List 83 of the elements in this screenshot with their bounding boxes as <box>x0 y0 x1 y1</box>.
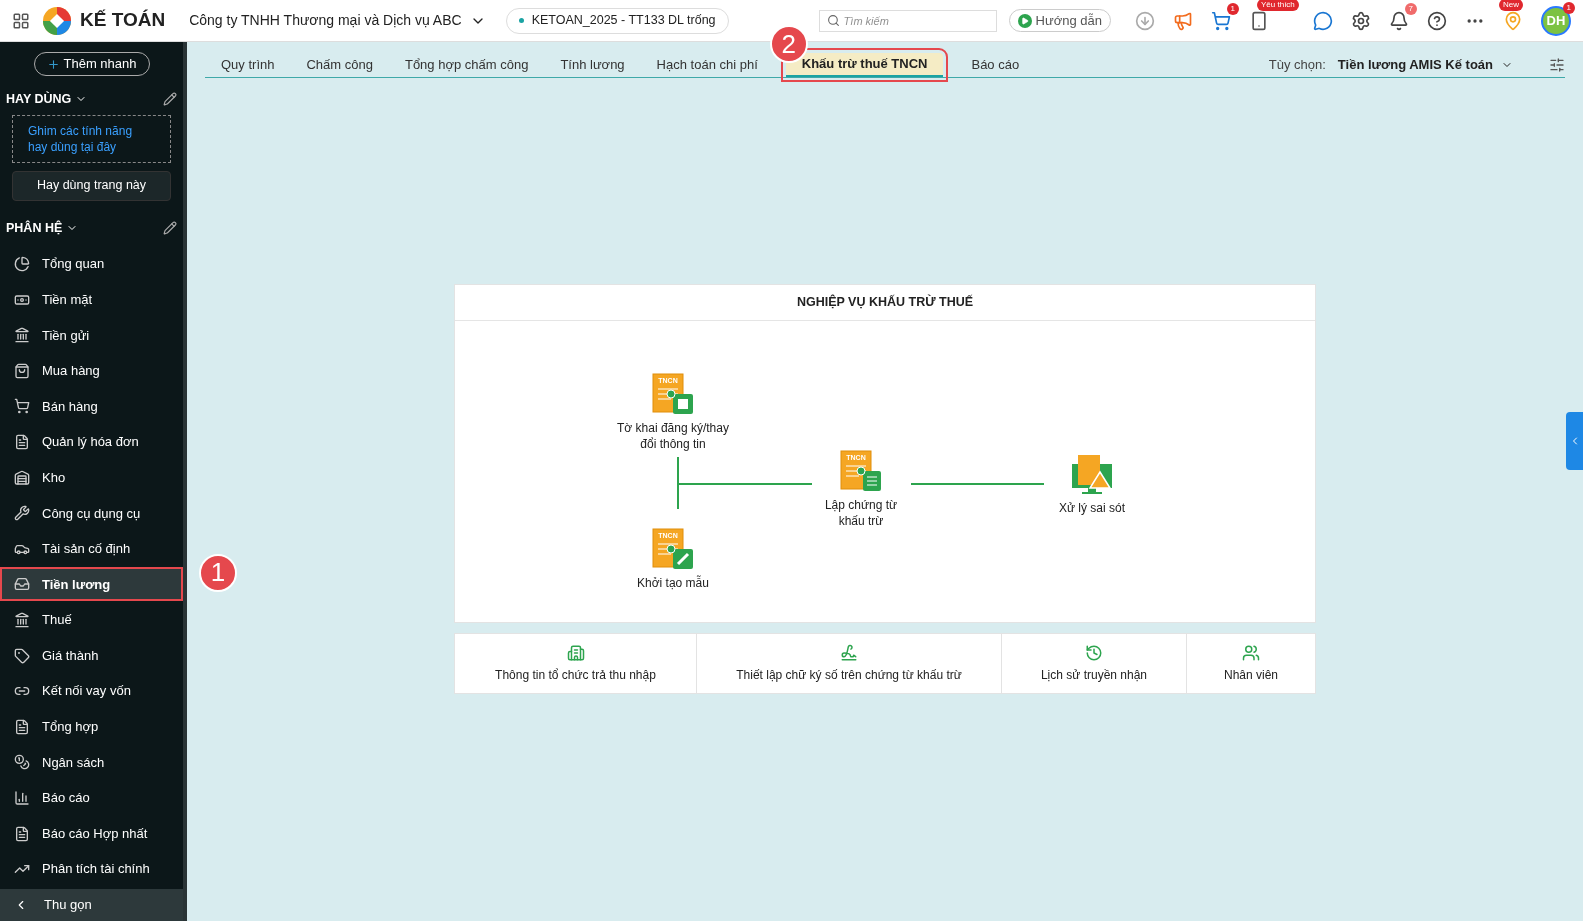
notification-badge: New <box>1499 0 1523 11</box>
megaphone-icon[interactable] <box>1173 10 1193 31</box>
sidebar-item[interactable]: Báo cáo Hợp nhất <box>0 816 183 851</box>
sidebar-item[interactable]: Giá thành <box>0 638 183 673</box>
shopping-bag-icon <box>14 362 30 379</box>
document-icon <box>14 718 30 735</box>
sidebar-item[interactable]: Kho <box>0 460 183 495</box>
map-icon[interactable] <box>1503 10 1523 31</box>
tab[interactable]: Tính lương <box>544 53 641 77</box>
document-icon <box>14 825 30 842</box>
options-label: Tùy chọn: <box>1268 56 1326 75</box>
bank-icon <box>14 327 30 344</box>
sidebar-item[interactable]: Tiền lương <box>0 567 183 602</box>
process-step[interactable]: Lập chứng từ khấu trừ <box>816 497 906 529</box>
bar-chart-icon <box>14 790 30 806</box>
pie-chart-icon <box>14 256 30 273</box>
sidebar-item[interactable]: Bán hàng <box>0 389 183 424</box>
sidebar-item[interactable]: Tiền gửi <box>0 318 183 353</box>
chat-icon[interactable] <box>1313 10 1333 31</box>
app-grid-icon[interactable] <box>12 11 30 30</box>
process-step[interactable]: Xử lý sai sót <box>1027 500 1157 516</box>
sidebar-item[interactable]: Tổng quan <box>0 247 183 282</box>
edit-icon[interactable] <box>163 92 177 107</box>
phone-icon[interactable] <box>1249 10 1269 31</box>
section-title[interactable]: HAY DÙNG <box>6 90 88 109</box>
notification-badge: 7 <box>1404 2 1417 15</box>
shortcut-link[interactable]: Lịch sử truyền nhận <box>1002 634 1187 693</box>
sidebar-item[interactable]: Ngân sách <box>0 745 183 780</box>
bank-icon <box>14 612 30 629</box>
cart-icon <box>14 398 30 415</box>
plus-icon <box>46 57 60 71</box>
collapse-button[interactable]: Thu gọn <box>0 889 183 921</box>
side-panel-toggle[interactable] <box>1566 412 1583 470</box>
shortcut-link[interactable]: Nhân viên <box>1187 634 1315 693</box>
process-step[interactable]: Tờ khai đăng ký/thay đổi thông tin <box>608 420 738 452</box>
bell-icon[interactable] <box>1389 10 1409 31</box>
sidebar-item[interactable]: Báo cáo <box>0 781 183 815</box>
options-dropdown[interactable]: Tiền lương AMIS Kế toán <box>1337 55 1513 75</box>
sidebar-item[interactable]: Tiền mặt <box>0 282 183 317</box>
monitor-warning-icon <box>1070 452 1114 496</box>
app-name: KẾ TOÁN <box>80 8 166 33</box>
section-title[interactable]: PHÂN HỆ <box>6 218 79 238</box>
building-icon <box>566 643 585 662</box>
settings-icon[interactable] <box>1351 10 1371 31</box>
tag-icon <box>14 647 30 664</box>
sidebar-item[interactable]: Quản lý hóa đơn <box>0 425 183 460</box>
shortcut-link[interactable]: Thông tin tổ chức trả thu nhập <box>455 634 697 693</box>
tab[interactable]: Quy trình <box>205 53 291 77</box>
search-icon <box>826 14 840 27</box>
history-icon <box>1085 643 1103 662</box>
sidebar-item[interactable]: Tài sản cố định <box>0 531 183 566</box>
sidebar-item[interactable]: Kết nối vay vốn <box>0 674 183 709</box>
sidebar-item[interactable]: Tổng hợp <box>0 709 183 744</box>
search-field[interactable]: Tìm kiếm <box>818 9 997 32</box>
inbox-icon <box>14 576 30 593</box>
sidebar-item[interactable]: Thuế <box>0 603 183 638</box>
notification-badge: 1 <box>1226 2 1239 15</box>
play-icon <box>1017 13 1032 28</box>
document-icon <box>14 434 30 451</box>
logo-icon <box>42 5 72 36</box>
notification-badge: 1 <box>1562 1 1575 14</box>
signature-icon <box>840 643 858 662</box>
favorites-hint: Ghim các tính năng hay dùng tại đây <box>12 114 171 163</box>
edit-icon[interactable] <box>163 221 177 236</box>
cart-icon[interactable] <box>1211 10 1231 31</box>
users-icon <box>1242 643 1260 662</box>
shortcut-link[interactable]: Thiết lập chữ ký số trên chứng từ khấu trừ <box>697 634 1002 693</box>
tools-icon <box>14 505 30 522</box>
tab[interactable]: Chấm công <box>290 53 389 77</box>
sidebar-item[interactable]: Phân tích tài chính <box>0 852 183 887</box>
tab[interactable]: Tổng hợp chấm công <box>388 53 545 77</box>
favorite-page-button[interactable]: Hay dùng trang này <box>12 170 171 201</box>
coin-icon <box>14 754 30 771</box>
notification-badge: Yêu thích <box>1257 0 1299 11</box>
settings-icon[interactable] <box>1549 57 1565 73</box>
warehouse-icon <box>14 469 30 486</box>
help-icon[interactable] <box>1427 10 1447 31</box>
sidebar-item[interactable]: Công cụ dụng cụ <box>0 496 183 531</box>
card-title: NGHIỆP VỤ KHẤU TRỪ THUẾ <box>455 285 1315 321</box>
sidebar-item[interactable]: Mua hàng <box>0 353 183 388</box>
tab[interactable]: Báo cáo <box>955 53 1036 77</box>
process-step[interactable]: Khởi tạo mẫu <box>608 575 738 591</box>
company-selector[interactable]: Công ty TNHH Thương mại và Dịch vụ ABC <box>189 10 486 31</box>
